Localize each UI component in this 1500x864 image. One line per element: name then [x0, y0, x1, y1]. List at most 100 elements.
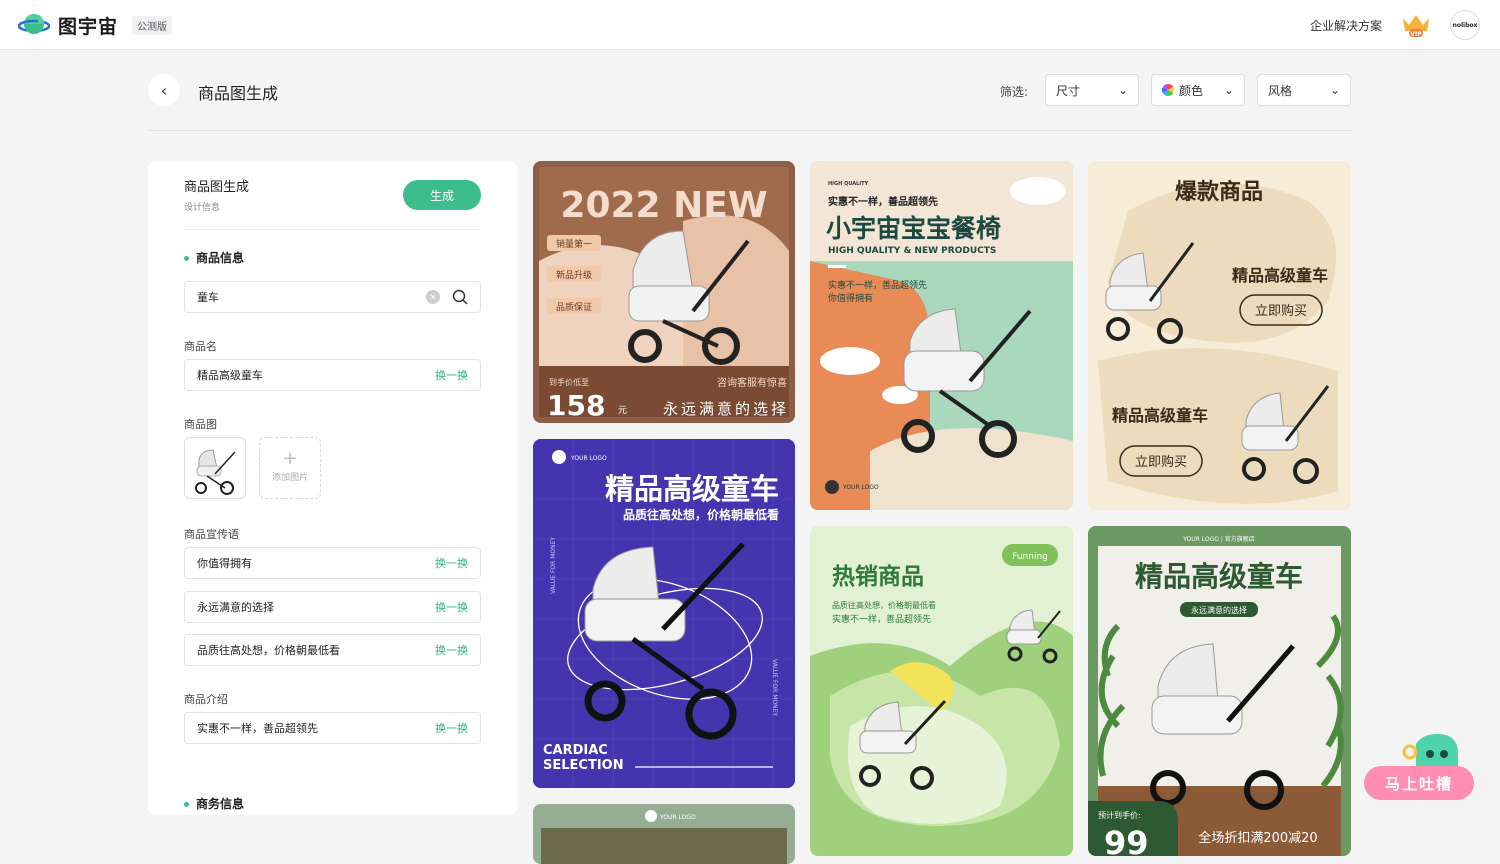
panel-subtitle: 设计信息 — [184, 203, 221, 213]
user-avatar[interactable]: nolibox — [1450, 10, 1480, 40]
feedback-widget[interactable]: 马上吐槽 — [1362, 734, 1476, 802]
card-5-title: 热销商品 — [832, 563, 924, 590]
card-3-name-1: 精品高级童车 — [1232, 266, 1328, 285]
card-2-desc1: 实惠不一样，善品超领先 — [828, 279, 927, 291]
result-card-4[interactable]: YOUR LOGO 精品高级童车 品质往高处想，价格朝最低看 VALUE FOR… — [533, 439, 795, 788]
intro-field[interactable]: 实惠不一样，善品超领先 换一换 — [184, 712, 481, 744]
card-3-cta-1: 立即购买 — [1255, 303, 1307, 319]
filter-size-label: 尺寸 — [1056, 83, 1081, 98]
card-4-logo: YOUR LOGO — [570, 455, 607, 462]
plus-icon: + — [282, 448, 298, 469]
product-search-input[interactable]: 童车 × — [184, 281, 481, 313]
filter-style-select[interactable]: 风格 ⌄ — [1257, 74, 1351, 106]
card-1-tag-3: 品质保证 — [556, 301, 592, 313]
card-5-artwork: Funning 热销商品 品质往高处想，价格朝最低看 实惠不一样，善品超领先 — [810, 526, 1073, 856]
add-image-button[interactable]: + 添加图片 — [259, 437, 321, 499]
card-2-title: 小宇宙宝宝餐椅 — [826, 214, 1001, 243]
filter-size-select[interactable]: 尺寸 ⌄ — [1045, 74, 1139, 106]
slogan-field-1[interactable]: 你值得拥有 换一换 — [184, 547, 481, 579]
card-2-tag: HIGH QUALITY — [828, 181, 869, 187]
intro-value: 实惠不一样，善品超领先 — [197, 722, 318, 735]
card-4-title: 精品高级童车 — [605, 472, 779, 506]
swap-intro-button[interactable]: 换一换 — [435, 720, 468, 736]
chevron-left-icon: ‹ — [160, 80, 168, 100]
card-2-logo: YOUR LOGO — [842, 484, 879, 491]
swap-slogan-1-button[interactable]: 换一换 — [435, 555, 468, 571]
vip-crown-icon[interactable]: VIP — [1400, 12, 1432, 38]
result-card-3[interactable]: 爆款商品 精品高级童车 立即购买 精品高级童车 立即购买 — [1088, 161, 1351, 510]
card-2-line1: 实惠不一样，善品超领先 — [828, 195, 938, 208]
card-4-bottom-1: CARDIAC — [543, 743, 608, 758]
card-2-subtitle: HIGH QUALITY & NEW PRODUCTS — [828, 246, 996, 256]
clear-icon[interactable]: × — [426, 290, 440, 304]
product-name-value: 精品高级童车 — [197, 369, 263, 382]
search-value: 童车 — [197, 291, 219, 304]
card-5-badge: Funning — [1012, 552, 1048, 562]
card-4-artwork: YOUR LOGO 精品高级童车 品质往高处想，价格朝最低看 VALUE FOR… — [533, 439, 795, 788]
generate-button[interactable]: 生成 — [403, 180, 481, 210]
page-title: 商品图生成 — [198, 84, 279, 103]
product-name-field[interactable]: 精品高级童车 换一换 — [184, 359, 481, 391]
filter-color-select[interactable]: 颜色 ⌄ — [1151, 74, 1245, 106]
slogan-value-2: 永远满意的选择 — [197, 601, 274, 614]
swap-product-name-button[interactable]: 换一换 — [435, 367, 468, 383]
card-1-service: 咨询客服有惊喜 — [717, 376, 787, 389]
add-image-label: 添加图片 — [271, 473, 308, 483]
result-card-2[interactable]: HIGH QUALITY 实惠不一样，善品超领先 小宇宙宝宝餐椅 HIGH QU… — [810, 161, 1073, 510]
header-divider — [148, 130, 1352, 131]
result-card-5[interactable]: Funning 热销商品 品质往高处想，价格朝最低看 实惠不一样，善品超领先 — [810, 526, 1073, 856]
card-4-bottom-2: SELECTION — [543, 758, 624, 773]
chevron-down-icon: ⌄ — [1329, 83, 1340, 97]
beta-badge: 公测版 — [132, 15, 173, 35]
filter-style-label: 风格 — [1268, 83, 1293, 98]
card-7-artwork: YOUR LOGO — [533, 804, 795, 864]
intro-label: 商品介绍 — [184, 693, 228, 706]
result-card-7[interactable]: YOUR LOGO — [533, 804, 795, 864]
page-scrollbar[interactable] — [1494, 50, 1500, 844]
stroller-thumbnail-image — [195, 449, 236, 495]
card-6-top-text: YOUR LOGO | 官方旗舰店 — [1182, 535, 1255, 543]
app-logo[interactable]: 图宇宙 公测版 — [17, 11, 173, 39]
swap-slogan-2-button[interactable]: 换一换 — [435, 599, 468, 615]
card-1-slogan: 永远满意的选择 — [663, 400, 789, 418]
product-image-label: 商品图 — [184, 418, 217, 431]
card-1-price-label: 到手价低至 — [549, 377, 589, 387]
card-1-tag-2: 新品升级 — [556, 269, 592, 281]
card-4-subtitle: 品质往高处想，价格朝最低看 — [623, 507, 779, 522]
card-6-artwork: YOUR LOGO | 官方旗舰店 精品高级童车 永远满意的选择 预计到手价: … — [1088, 526, 1351, 856]
logo-text: 图宇宙 — [58, 15, 119, 38]
card-1-price-unit: 元 — [618, 406, 627, 416]
search-icon[interactable] — [452, 289, 468, 305]
page-header: ‹ 商品图生成 筛选: 尺寸 ⌄ 颜色 ⌄ 风格 ⌄ — [148, 74, 1352, 108]
panel-title: 商品图生成 — [184, 180, 250, 195]
card-3-cta-2: 立即购买 — [1135, 454, 1187, 470]
feedback-button[interactable]: 马上吐槽 — [1364, 766, 1474, 800]
slogan-value-3: 品质往高处想，价格朝最低看 — [197, 644, 340, 657]
result-card-1[interactable]: 2022 NEW 销量第一 新品升级 品质保证 到手价低至 158 元 咨询客服… — [533, 161, 795, 423]
chevron-down-icon: ⌄ — [1117, 83, 1128, 97]
vip-badge-text: VIP — [1410, 31, 1422, 38]
card-6-pill: 永远满意的选择 — [1191, 605, 1247, 615]
product-image-thumbnail[interactable] — [184, 437, 246, 499]
color-wheel-icon — [1162, 84, 1174, 96]
card-6-price: 99 — [1104, 824, 1149, 856]
card-2-desc2: 你值得拥有 — [828, 292, 873, 304]
product-info-section: 商品信息 — [184, 249, 244, 266]
card-1-price: 158 — [547, 389, 605, 422]
slogan-value-1: 你值得拥有 — [197, 557, 252, 570]
card-5-desc-1: 品质往高处想，价格朝最低看 — [832, 600, 936, 610]
design-info-panel: 商品图生成 设计信息 生成 商品信息 童车 × 商品名 精品高级童车 换一换 商… — [148, 161, 517, 815]
slogan-field-3[interactable]: 品质往高处想，价格朝最低看 换一换 — [184, 634, 481, 666]
result-card-6[interactable]: YOUR LOGO | 官方旗舰店 精品高级童车 永远满意的选择 预计到手价: … — [1088, 526, 1351, 856]
back-button[interactable]: ‹ — [148, 74, 180, 106]
enterprise-solutions-link[interactable]: 企业解决方案 — [1310, 17, 1382, 34]
slogan-field-2[interactable]: 永远满意的选择 换一换 — [184, 591, 481, 623]
swap-slogan-3-button[interactable]: 换一换 — [435, 642, 468, 658]
card-4-side-text-left: VALUE FOR MONEY — [550, 537, 557, 594]
slogan-label: 商品宣传语 — [184, 528, 239, 541]
card-3-name-2: 精品高级童车 — [1112, 406, 1208, 425]
planet-logo-icon — [17, 11, 51, 39]
card-2-artwork: HIGH QUALITY 实惠不一样，善品超领先 小宇宙宝宝餐椅 HIGH QU… — [810, 161, 1073, 510]
filter-color-label: 颜色 — [1179, 83, 1204, 98]
card-7-logo: YOUR LOGO — [659, 814, 696, 821]
